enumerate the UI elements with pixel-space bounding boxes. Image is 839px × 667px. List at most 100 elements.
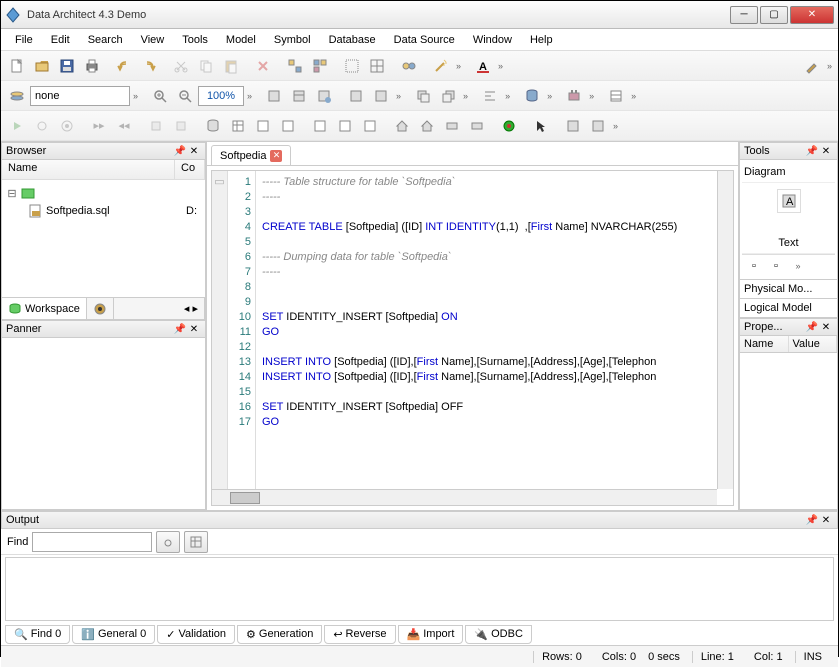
list-logical-model[interactable]: Logical Model [739,299,838,318]
home-a-button[interactable] [390,114,414,138]
output-tab-generation[interactable]: ⚙Generation [237,625,322,644]
output-close-button[interactable]: ✕ [819,513,833,527]
db-c-button[interactable] [312,84,336,108]
stack-b-button[interactable] [436,84,460,108]
zoom-out-button[interactable] [173,84,197,108]
grid-a-button[interactable] [340,54,364,78]
table-button[interactable] [604,84,628,108]
database-button[interactable] [520,84,544,108]
end-a-button[interactable] [561,114,585,138]
pause-a-button[interactable] [144,114,168,138]
cut-button[interactable] [169,54,193,78]
output-tab-odbc[interactable]: 🔌ODBC [465,625,531,644]
grid-1-button[interactable] [226,114,250,138]
browser-col-co[interactable]: Co [175,160,205,179]
browser-pin-button[interactable]: 📌 [173,144,187,158]
font-color-button[interactable]: A [471,54,495,78]
editor-hscrollbar[interactable] [212,489,717,505]
delete-button[interactable] [251,54,275,78]
grid-b-button[interactable] [365,54,389,78]
output-tab-import[interactable]: 📥Import [398,625,464,644]
find-input[interactable] [32,532,152,552]
menu-tools[interactable]: Tools [174,32,216,48]
layer-button[interactable] [5,84,29,108]
close-button[interactable]: ✕ [790,6,834,24]
output-tab-reverse[interactable]: ↩Reverse [324,625,395,644]
forward-button[interactable]: ▸▸ [87,114,111,138]
wand-button[interactable] [429,54,453,78]
panner-close-button[interactable]: ✕ [187,322,201,336]
toolbar-2-more-1[interactable]: » [394,91,403,101]
properties-body[interactable] [739,353,838,510]
find-grid-button[interactable] [184,531,208,553]
step-button[interactable] [55,114,79,138]
menu-model[interactable]: Model [218,32,264,48]
bookmark-icon[interactable]: ▭ [212,175,227,188]
record-button[interactable] [497,114,521,138]
menu-search[interactable]: Search [80,32,131,48]
props-close-button[interactable]: ✕ [819,320,833,334]
tool-text-icon[interactable]: A [777,189,801,213]
menu-help[interactable]: Help [522,32,561,48]
db-d-button[interactable] [344,84,368,108]
open-file-button[interactable] [30,54,54,78]
copy-button[interactable] [194,54,218,78]
brush-button[interactable] [800,54,824,78]
prop-col-value[interactable]: Value [789,336,838,352]
redo-button[interactable] [137,54,161,78]
code-body[interactable]: ----- Table structure for table `Softped… [256,171,733,505]
code-editor[interactable]: ▭ 1234567891011121314151617 ----- Table … [211,170,734,506]
grid-3-button[interactable] [276,114,300,138]
misc-b-button[interactable] [465,114,489,138]
output-pin-button[interactable]: 📌 [805,513,819,527]
tool-small-a[interactable]: ▫ [744,257,764,275]
tools-close-button[interactable]: ✕ [819,144,833,158]
tree-file[interactable]: Softpedia.sql D: [6,202,201,220]
output-body[interactable] [5,557,834,621]
toolbar-2-more-4[interactable]: » [545,91,554,101]
paste-button[interactable] [219,54,243,78]
doc-tab-close-icon[interactable]: ✕ [270,150,282,162]
menu-file[interactable]: File [7,32,41,48]
output-tab-validation[interactable]: ✓Validation [157,625,235,644]
list-physical-model[interactable]: Physical Mo... [739,280,838,299]
panner-panel[interactable] [1,338,206,510]
output-tab-find[interactable]: 🔍Find 0 [5,625,70,644]
save-button[interactable] [55,54,79,78]
minimize-button[interactable]: ─ [730,6,758,24]
browser-tab-nav[interactable]: ◂ ▸ [178,298,205,319]
find-link-button[interactable] [156,531,180,553]
zoom-more[interactable]: » [245,91,254,101]
play-button[interactable] [5,114,29,138]
layer-select-more[interactable]: » [131,91,140,101]
pause-b-button[interactable] [169,114,193,138]
output-tab-general[interactable]: ℹ️General 0 [72,625,155,644]
menu-symbol[interactable]: Symbol [266,32,319,48]
tree-collapse-icon[interactable]: ⊟ [6,187,18,200]
new-file-button[interactable] [5,54,29,78]
db-a-button[interactable] [262,84,286,108]
grid-6-button[interactable] [358,114,382,138]
toolbar-3-more[interactable]: » [611,121,620,131]
menu-view[interactable]: View [133,32,173,48]
zoom-in-button[interactable] [148,84,172,108]
prop-col-name[interactable]: Name [740,336,789,352]
toolbar-1-more[interactable]: » [454,61,463,71]
font-color-more[interactable]: » [496,61,505,71]
tool-a-button[interactable] [283,54,307,78]
maximize-button[interactable]: ▢ [760,6,788,24]
grid-5-button[interactable] [333,114,357,138]
toolbar-2-more-3[interactable]: » [503,91,512,101]
tools-pin-button[interactable]: 📌 [805,144,819,158]
stack-a-button[interactable] [411,84,435,108]
end-b-button[interactable] [586,114,610,138]
toolbar-2-more-5[interactable]: » [587,91,596,101]
cylinder-button[interactable] [201,114,225,138]
toolbar-2-more-6[interactable]: » [629,91,638,101]
tool-cat-text[interactable]: Text [742,233,835,254]
tool-small-b[interactable]: ▫ [766,257,786,275]
grid-2-button[interactable] [251,114,275,138]
props-pin-button[interactable]: 📌 [805,320,819,334]
browser-tab-other[interactable] [87,298,114,319]
home-b-button[interactable] [415,114,439,138]
